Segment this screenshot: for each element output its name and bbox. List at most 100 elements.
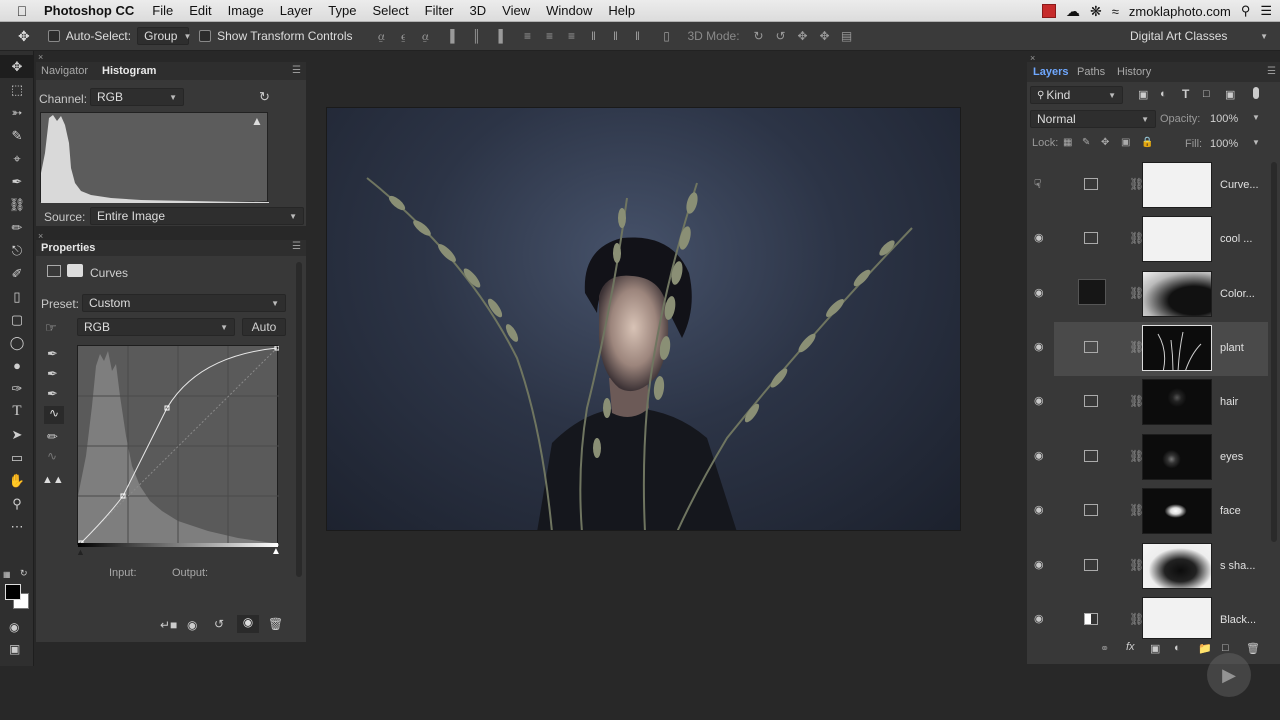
clipping-warning-icon[interactable]: ▲ [251,114,263,128]
pencil-draw-tool[interactable]: ✏ [47,429,58,445]
filter-type-icon[interactable]: T [1182,87,1189,101]
layer-mask-thumbnail[interactable] [1142,271,1212,317]
filter-adjustment-icon[interactable]: ◐ [1160,88,1167,100]
layer-row[interactable]: ◉ ⛓ plant [1034,322,1268,376]
menu-select[interactable]: Select [372,3,408,18]
menu-filter[interactable]: Filter [425,3,454,18]
layer-name[interactable]: Curve... [1220,179,1259,191]
new-group-icon[interactable]: 📁 [1198,642,1212,655]
cloud-icon[interactable]: ☁ [1066,3,1080,20]
layer-row[interactable]: ◉ ⛓ Black... [1030,594,1268,640]
history-brush-tool[interactable]: ✐ [0,262,34,285]
layer-mask-thumbnail[interactable] [1142,543,1212,589]
smooth-curve-icon[interactable]: ∿ [47,449,57,463]
eye-icon[interactable]: ◉ [1034,503,1048,517]
link-layers-icon[interactable]: ⚭ [1100,642,1109,655]
layer-mask-thumbnail[interactable] [1142,216,1212,262]
auto-select-checkbox[interactable] [47,30,60,42]
visibility-hidden-cursor-icon[interactable]: ☟ [1034,177,1048,191]
menu-file[interactable]: File [152,3,173,18]
toggle-visibility-icon[interactable]: ◉ [237,615,259,633]
3d-drag-icon[interactable]: ✥ [795,28,811,44]
distribute-right-icon[interactable]: ‖ [630,28,646,44]
layer-style-icon[interactable]: fx [1126,641,1135,653]
align-hcenter-icon[interactable]: ║ [469,28,485,44]
account-label[interactable]: zmoklaphoto.com [1129,4,1231,19]
align-right-icon[interactable]: ▐ [491,28,507,44]
default-colors-icon[interactable]: ▦ [3,570,11,579]
layer-row[interactable]: ☟ ⛓ Curve... [1030,159,1268,213]
black-slider-handle[interactable]: ▲ [76,547,85,557]
eye-icon[interactable]: ◉ [1034,612,1048,626]
source-dropdown[interactable]: Entire Image ▼ [90,207,304,225]
distribute-hcenter-icon[interactable]: ‖ [608,28,624,44]
eye-icon[interactable]: ◉ [1034,558,1048,572]
layer-mask-thumbnail[interactable] [1142,434,1212,480]
3d-slide-icon[interactable]: ✥ [817,28,833,44]
stamp-tool[interactable]: ⎋ [0,239,34,262]
opacity-chevron-icon[interactable]: ▼ [1252,113,1260,122]
histogram-menu-icon[interactable]: ☰ [292,65,301,76]
blend-mode-dropdown[interactable]: Normal ▼ [1030,110,1156,128]
delete-layer-icon[interactable]: 🗑 [1246,642,1260,655]
layer-row[interactable]: ◉ ⛓ Color... [1030,268,1268,322]
pen-tool[interactable]: ✑ [0,377,34,400]
clip-to-layer-icon[interactable]: ↵■ [160,618,177,632]
3d-scale-icon[interactable]: ▤ [839,28,855,44]
foreground-color-swatch[interactable] [5,584,21,600]
swap-colors-icon[interactable]: ↻ [20,568,28,579]
opacity-value[interactable]: 100% [1210,113,1238,125]
status-red-icon[interactable] [1042,4,1057,18]
filter-pixel-icon[interactable]: ▣ [1138,88,1148,101]
delete-adjustment-icon[interactable]: 🗑 [268,617,283,631]
align-left-icon[interactable]: ▌ [447,28,463,44]
tab-navigator[interactable]: Navigator [41,65,88,77]
tab-layers[interactable]: Layers [1033,66,1068,78]
menu-view[interactable]: View [502,3,530,18]
apple-icon[interactable]:  [0,3,44,19]
filter-shape-icon[interactable]: □ [1203,88,1210,100]
layer-row[interactable]: ◉ ⛓ cool ... [1030,213,1268,267]
layer-name[interactable]: face [1220,505,1241,517]
lock-transparency-icon[interactable]: ▦ [1063,137,1072,148]
fill-chevron-icon[interactable]: ▼ [1252,138,1260,147]
view-previous-icon[interactable]: ◉ [187,618,197,632]
quick-select-tool[interactable]: ✎ [0,124,34,147]
auto-align-icon[interactable]: ▯ [659,28,675,44]
gray-point-eyedropper[interactable]: ✒ [47,366,58,382]
layer-name[interactable]: hair [1220,396,1238,408]
tab-paths[interactable]: Paths [1077,66,1105,78]
lock-all-icon[interactable]: 🔒 [1141,137,1153,148]
distribute-top-icon[interactable]: ≡ [520,28,536,44]
eyedropper-tool[interactable]: ✒ [0,170,34,193]
move-tool[interactable]: ✥ [0,55,34,78]
wifi-icon[interactable]: ≈ [1112,4,1119,19]
reset-icon[interactable]: ↺ [214,617,224,631]
target-adjust-icon[interactable]: ☞ [45,320,57,336]
layer-row[interactable]: ◉ ⛓ face [1030,485,1268,539]
layer-name[interactable]: s sha... [1220,560,1255,572]
canvas-area[interactable] [309,51,1025,666]
transform-controls-checkbox[interactable] [199,30,212,42]
3d-roll-icon[interactable]: ↺ [773,28,789,44]
histogram-close-icon[interactable]: × [38,52,43,62]
tab-histogram[interactable]: Histogram [102,65,156,77]
new-adjustment-icon[interactable]: ◐ [1174,642,1181,654]
auto-button[interactable]: Auto [242,318,286,336]
crop-tool[interactable]: ⌖ [0,147,34,170]
distribute-vcenter-icon[interactable]: ≡ [542,28,558,44]
layer-name[interactable]: eyes [1220,451,1243,463]
hand-tool[interactable]: ✋ [0,469,34,492]
clipping-display-icon[interactable]: ▲▲ [42,474,64,486]
search-icon[interactable]: ⚲ [1241,3,1251,19]
menu-image[interactable]: Image [228,3,264,18]
black-point-eyedropper[interactable]: ✒ [47,346,58,362]
add-mask-icon[interactable]: ▣ [1150,642,1160,655]
lock-pixels-icon[interactable]: ✎ [1082,137,1090,148]
layer-row[interactable]: ◉ ⛓ eyes [1030,431,1268,485]
3d-orbit-icon[interactable]: ↻ [751,28,767,44]
layer-mask-thumbnail[interactable] [1142,379,1212,425]
brush-tool[interactable]: ✏ [0,216,34,239]
path-select-tool[interactable]: ➤ [0,423,34,446]
layer-name[interactable]: cool ... [1220,233,1252,245]
